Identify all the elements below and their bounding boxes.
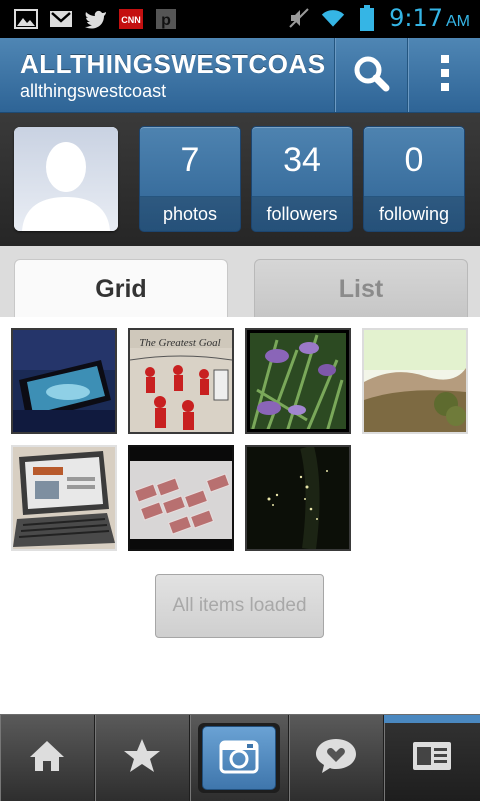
stat-photos-label: photos (140, 196, 240, 231)
nav-home-button[interactable] (0, 715, 95, 801)
gallery-icon (14, 8, 38, 30)
profile-summary: 7 photos 34 followers 0 following (0, 113, 480, 246)
profile-username-subtitle: allthingswestcoast (20, 81, 167, 101)
status-bar: CNN p 9:17 AM (0, 0, 480, 38)
app-header: ALLTHINGSWESTCOAS allthingswestcoast (0, 38, 480, 113)
photo-thumbnail-hills[interactable] (362, 328, 468, 434)
profile-card-icon (412, 741, 452, 776)
clock-time: 9:17 (389, 4, 443, 32)
stat-photos-button[interactable]: 7 photos (139, 126, 241, 232)
photo-grid: The Greatest Goal All items loaded (0, 317, 480, 717)
hockey-caption: The Greatest Goal (139, 337, 220, 349)
bottom-nav (0, 714, 480, 801)
stat-followers-button[interactable]: 34 followers (251, 126, 353, 232)
p-icon: p (154, 8, 178, 30)
profile-username-title: ALLTHINGSWESTCOAS (20, 49, 326, 79)
stat-following-label: following (364, 196, 464, 231)
nav-news-button[interactable] (289, 715, 384, 801)
search-icon (351, 53, 391, 98)
more-vertical-icon (439, 53, 451, 98)
cnn-label: CNN (121, 15, 141, 25)
home-icon (28, 739, 66, 778)
clock-ampm: AM (446, 13, 470, 30)
photo-thumbnail-laptop[interactable] (11, 445, 117, 551)
photo-thumbnail-tablet[interactable] (11, 328, 117, 434)
view-tabs: Grid List (0, 246, 480, 318)
overflow-menu-button[interactable] (407, 38, 480, 112)
nav-camera-button[interactable] (190, 715, 289, 801)
photo-thumbnail-lavender[interactable] (245, 328, 351, 434)
stat-followers-label: followers (252, 196, 352, 231)
p-label: p (161, 12, 171, 29)
avatar[interactable] (14, 127, 118, 231)
photo-thumbnail-tiles[interactable] (128, 445, 234, 551)
cnn-icon: CNN (119, 8, 143, 30)
heart-speech-icon (314, 737, 358, 780)
star-icon (123, 738, 161, 779)
stat-following-button[interactable]: 0 following (363, 126, 465, 232)
all-items-loaded-button[interactable]: All items loaded (155, 574, 324, 638)
camera-button-frame (198, 723, 280, 793)
battery-icon (355, 5, 379, 31)
photo-thumbnail-hockey[interactable]: The Greatest Goal (128, 328, 234, 434)
camera-icon (219, 738, 259, 779)
nav-profile-button[interactable] (384, 715, 480, 801)
default-avatar-icon (14, 127, 118, 231)
stat-followers-count: 34 (283, 141, 321, 179)
nav-popular-button[interactable] (95, 715, 190, 801)
stat-photos-count: 7 (180, 141, 200, 179)
wifi-icon (321, 7, 345, 29)
tab-list[interactable]: List (254, 259, 468, 318)
search-button[interactable] (334, 38, 407, 112)
stat-following-count: 0 (404, 141, 424, 179)
mute-icon (287, 7, 311, 29)
tab-grid[interactable]: Grid (14, 259, 228, 318)
camera-button-face (202, 726, 276, 790)
gmail-icon (49, 8, 73, 30)
twitter-icon (84, 8, 108, 30)
photo-thumbnail-night[interactable] (245, 445, 351, 551)
